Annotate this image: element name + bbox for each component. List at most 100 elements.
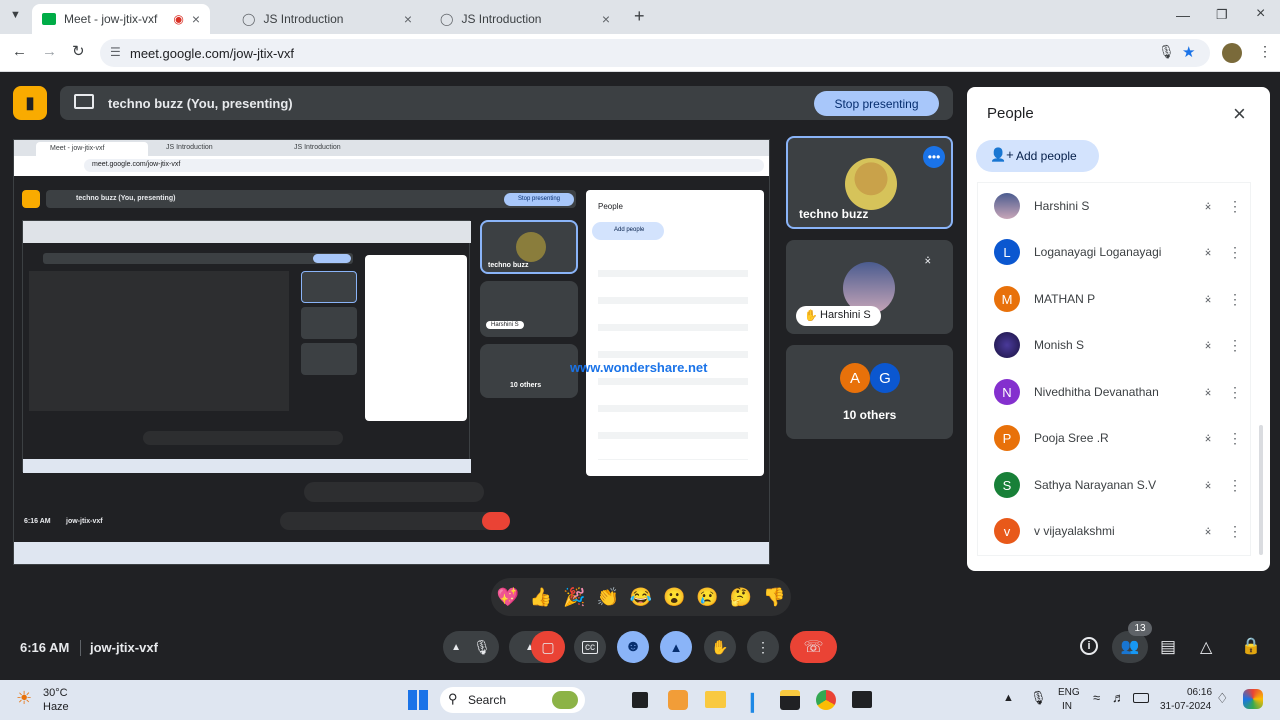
tray-chevron-icon[interactable]: ▲ — [1003, 692, 1014, 704]
close-tab-icon[interactable]: × — [602, 11, 610, 27]
reload-icon[interactable]: ↻ — [72, 42, 85, 60]
more-options-icon[interactable]: ⋮ — [1218, 198, 1252, 215]
file-explorer-icon[interactable] — [705, 691, 726, 708]
url-field[interactable]: ☰ meet.google.com/jow-jtix-vxf 🎙 ★ — [100, 39, 1210, 67]
reaction-heart[interactable]: 💖 — [496, 587, 518, 608]
more-options-icon[interactable]: ⋮ — [1218, 337, 1252, 354]
shared-reactions — [304, 482, 484, 502]
language-top[interactable]: ENG — [1058, 687, 1080, 698]
mic-icon[interactable]: 🎙 — [473, 639, 491, 656]
list-item[interactable]: v v vijayalakshmi ⨰ ⋮ — [978, 508, 1252, 554]
site-info-icon[interactable]: ☰ — [110, 45, 121, 59]
reaction-party[interactable]: 🎉 — [563, 587, 585, 608]
reaction-sad[interactable]: 😢 — [696, 587, 718, 608]
chrome-icon[interactable] — [816, 690, 836, 710]
host-controls-icon[interactable]: 🔒 — [1241, 636, 1261, 656]
list-item[interactable]: Harshini S ⨰ ⋮ — [978, 183, 1252, 229]
reaction-thumbs-down[interactable]: 👎 — [763, 587, 785, 608]
reactions-button[interactable]: ☻ — [617, 631, 649, 663]
tab-meet[interactable]: Meet - jow-jtix-vxf ◉ × — [32, 4, 210, 34]
browser-menu-icon[interactable]: ⋮ — [1258, 43, 1272, 60]
close-window-icon[interactable]: × — [1256, 5, 1265, 23]
weather-desc[interactable]: Haze — [43, 701, 69, 713]
tab-js-introduction-1[interactable]: ◯ JS Introduction × — [232, 4, 422, 34]
raise-hand-button[interactable]: ✋ — [704, 631, 736, 663]
forward-icon[interactable]: → — [42, 43, 57, 60]
reaction-clap[interactable]: 👏 — [596, 587, 618, 608]
battery-icon[interactable] — [1133, 693, 1149, 703]
close-tab-icon[interactable]: × — [404, 11, 412, 27]
minimize-icon[interactable]: — — [1176, 7, 1190, 23]
more-options-icon[interactable]: ⋮ — [1218, 291, 1252, 308]
tab-js-introduction-2[interactable]: ◯ JS Introduction × — [430, 4, 620, 34]
terminal-icon[interactable] — [852, 691, 872, 708]
profile-avatar[interactable] — [1222, 43, 1242, 63]
bookmark-star-icon[interactable]: ★ — [1182, 43, 1195, 61]
recording-icon: ◉ — [173, 12, 184, 26]
reaction-thumbs-up[interactable]: 👍 — [530, 587, 552, 608]
meeting-details-icon[interactable]: i — [1080, 637, 1098, 655]
list-item[interactable]: S Sathya Narayanan S.V ⨰ ⋮ — [978, 462, 1252, 508]
muted-mic-icon[interactable]: ⨰ — [1198, 477, 1218, 493]
vscode-icon[interactable]: ❙ — [744, 689, 761, 714]
wifi-icon[interactable]: ≈ — [1093, 690, 1100, 705]
tray-mic-icon[interactable]: 🎙 — [1030, 690, 1047, 706]
more-options-icon[interactable]: ⋮ — [1218, 244, 1252, 261]
search-label: Search — [468, 693, 507, 707]
sticky-notes-icon[interactable] — [780, 690, 800, 710]
taskbar-search[interactable]: ⚲ Search — [440, 687, 585, 713]
camera-off-button[interactable]: ▢ — [531, 631, 565, 663]
more-options-icon[interactable]: ••• — [923, 146, 945, 168]
add-people-button[interactable]: 👤+ Add people — [976, 140, 1099, 172]
new-tab-button[interactable]: + — [634, 6, 645, 27]
back-icon[interactable]: ← — [12, 43, 27, 60]
shared-self-name: techno buzz — [488, 262, 529, 269]
clock-date[interactable]: 31-07-2024 — [1160, 701, 1211, 712]
windows-start-icon[interactable] — [408, 690, 428, 710]
present-button[interactable]: ▲ — [660, 631, 692, 663]
leave-call-button[interactable]: ☏ — [790, 631, 837, 663]
more-options-icon[interactable]: ⋮ — [1218, 523, 1252, 540]
chevron-up-icon[interactable]: ▲ — [451, 642, 461, 653]
panel-scrollbar[interactable] — [1259, 425, 1263, 555]
maximize-icon[interactable]: ❐ — [1216, 7, 1228, 23]
activities-icon[interactable]: △ — [1200, 637, 1212, 657]
tab-list-chevron-icon[interactable]: ▼ — [10, 9, 21, 21]
app-icon-1[interactable] — [668, 690, 688, 710]
list-item[interactable]: N Nivedhitha Devanathan ⨰ ⋮ — [978, 369, 1252, 415]
list-item[interactable]: Monish S ⨰ ⋮ — [978, 322, 1252, 368]
others-tile[interactable]: A G 10 others — [786, 345, 953, 439]
stop-presenting-button[interactable]: Stop presenting — [814, 91, 939, 116]
muted-mic-icon[interactable]: ⨰ — [1198, 244, 1218, 260]
more-options-icon[interactable]: ⋮ — [1218, 477, 1252, 494]
notification-bell-icon[interactable]: ♢ — [1216, 690, 1229, 707]
muted-mic-icon[interactable]: ⨰ — [1198, 384, 1218, 400]
copilot-icon[interactable] — [1243, 689, 1263, 709]
task-view-icon[interactable] — [632, 692, 648, 708]
mic-icon[interactable]: 🎙 — [1158, 44, 1175, 60]
weather-icon[interactable]: ☀ — [16, 688, 32, 709]
language-bottom[interactable]: IN — [1062, 701, 1072, 712]
list-item[interactable]: P Pooja Sree .R ⨰ ⋮ — [978, 415, 1252, 461]
chat-icon[interactable]: ▤ — [1160, 637, 1176, 657]
muted-mic-icon[interactable]: ⨰ — [1198, 291, 1218, 307]
weather-temp[interactable]: 30°C — [43, 687, 68, 699]
more-options-icon[interactable]: ⋮ — [1218, 430, 1252, 447]
close-panel-icon[interactable]: × — [1233, 101, 1246, 127]
muted-mic-icon[interactable]: ⨰ — [1198, 430, 1218, 446]
list-item[interactable]: L Loganayagi Loganayagi ⨰ ⋮ — [978, 229, 1252, 275]
muted-mic-icon[interactable]: ⨰ — [1198, 523, 1218, 539]
volume-icon[interactable]: ♬ — [1112, 690, 1125, 705]
captions-button[interactable]: cc — [574, 631, 606, 663]
reaction-thinking[interactable]: 🤔 — [730, 587, 752, 608]
mic-control-group[interactable]: ▲ 🎙 — [443, 631, 499, 663]
clock-time[interactable]: 06:16 — [1187, 687, 1212, 698]
muted-mic-icon[interactable]: ⨰ — [1198, 198, 1218, 214]
close-tab-icon[interactable]: × — [192, 11, 200, 27]
more-options-icon[interactable]: ⋮ — [1218, 384, 1252, 401]
muted-mic-icon[interactable]: ⨰ — [1198, 337, 1218, 353]
reaction-laugh[interactable]: 😂 — [630, 587, 652, 608]
more-options-button[interactable]: ⋮ — [747, 631, 779, 663]
reaction-surprised[interactable]: 😮 — [663, 587, 685, 608]
list-item[interactable]: M MATHAN P ⨰ ⋮ — [978, 276, 1252, 322]
